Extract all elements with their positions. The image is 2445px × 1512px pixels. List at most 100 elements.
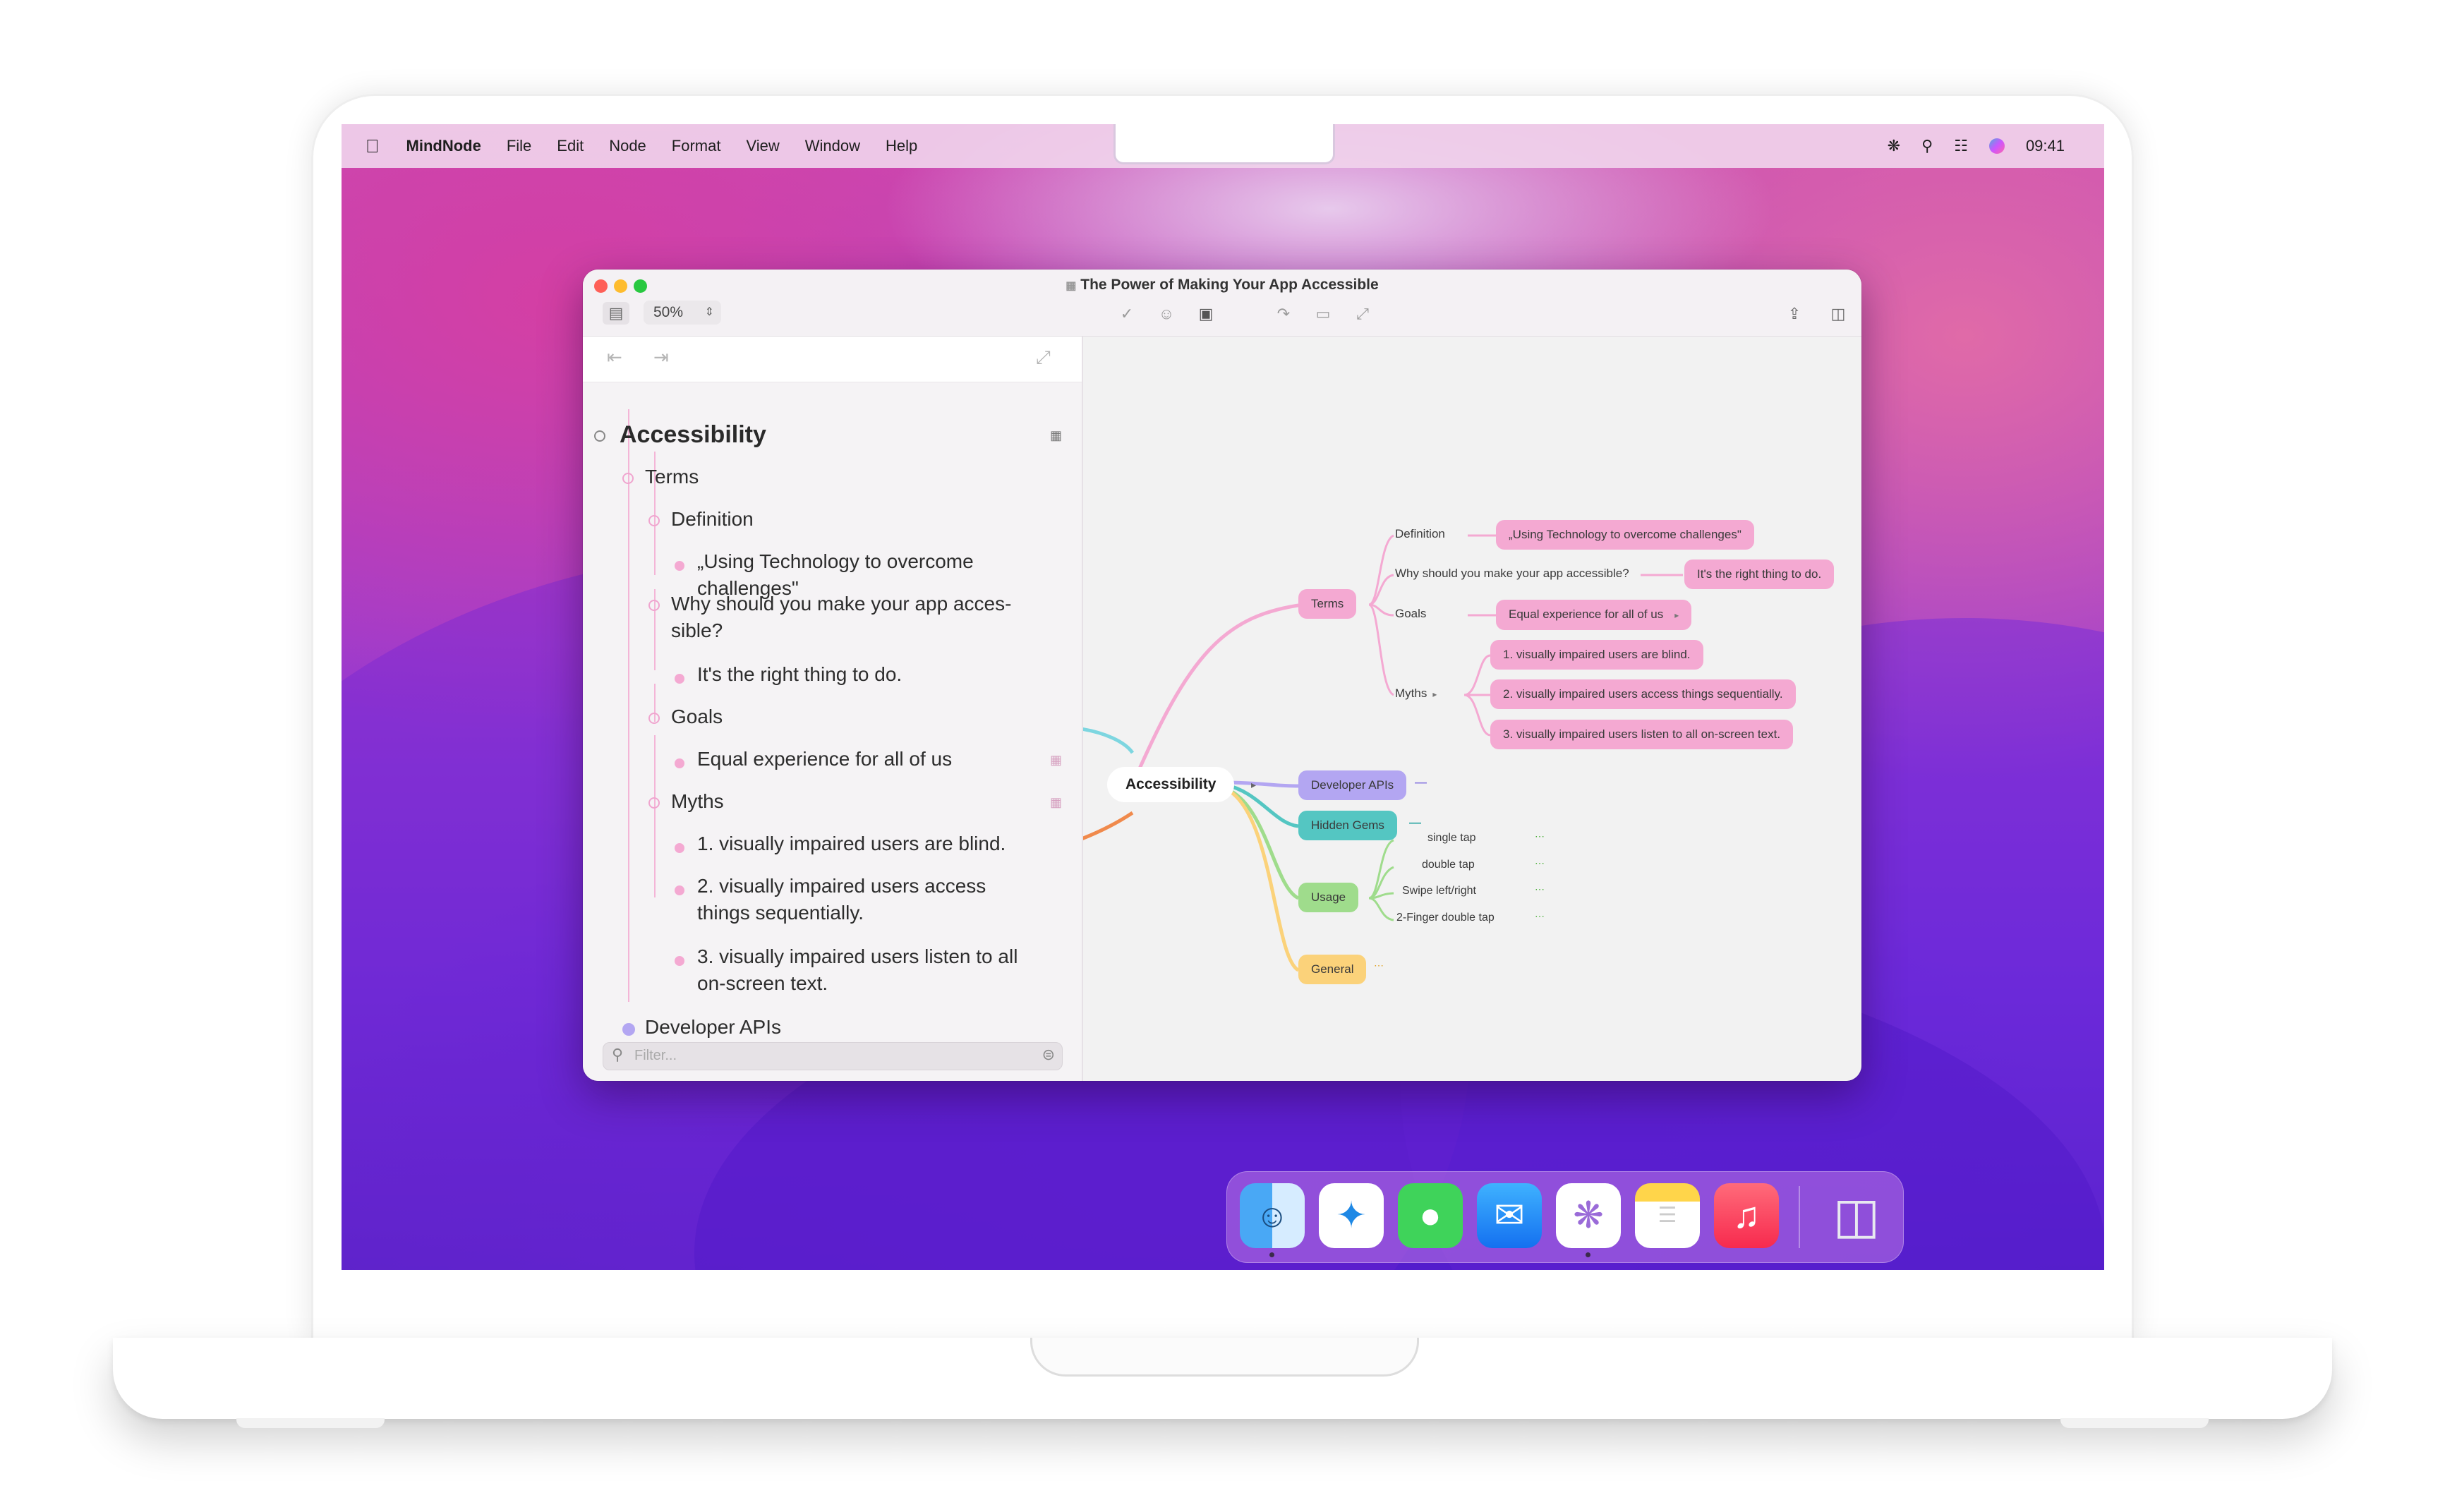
outline-item-definition-value[interactable]: „Using Technology to overcome: [697, 548, 974, 575]
bullet-icon: [675, 956, 684, 966]
zoom-value: 50%: [653, 304, 684, 320]
node-usage-swipe[interactable]: Swipe left/right: [1402, 885, 1476, 897]
outline-note-icon[interactable]: ▦: [1050, 428, 1062, 443]
zoom-select[interactable]: 50% ⇕: [644, 301, 721, 325]
menu-clock[interactable]: 09:41: [2026, 137, 2065, 155]
outline-root[interactable]: Accessibility: [620, 421, 766, 448]
task-check-icon[interactable]: ✓: [1116, 303, 1137, 325]
laptop-foot-left: [236, 1418, 385, 1428]
menu-view[interactable]: View: [746, 137, 779, 155]
outline-item-why-value[interactable]: It's the right thing to do.: [697, 661, 902, 688]
outline-item-myths[interactable]: Myths: [671, 788, 724, 815]
collapse-arrow-icon[interactable]: ▸: [1251, 779, 1256, 791]
stepper-icon: ⇕: [704, 306, 714, 318]
outline-item-why[interactable]: Why should you make your app acces-: [671, 591, 1011, 617]
node-definition[interactable]: Definition: [1395, 527, 1445, 541]
outline-item-definition[interactable]: Definition: [671, 506, 754, 533]
spotlight-search-icon[interactable]: ⚲: [1921, 137, 1933, 155]
node-goals[interactable]: Goals: [1395, 607, 1426, 621]
collapsed-indicator-icon[interactable]: —: [1409, 816, 1421, 830]
outline-item-myth-2-cont[interactable]: things sequentially.: [697, 900, 864, 926]
safari-icon[interactable]: ✦: [1319, 1183, 1384, 1248]
outline-item-myth-3-cont[interactable]: on-screen text.: [697, 970, 828, 997]
filter-field[interactable]: ⚲ Filter... ⊜: [603, 1042, 1063, 1070]
note-indicator-icon: ▸: [1674, 610, 1679, 620]
node-myth-3[interactable]: 3. visually impaired users listen to all…: [1490, 720, 1794, 749]
filter-options-icon[interactable]: ⊜: [1042, 1046, 1055, 1064]
node-myth-1[interactable]: 1. visually impaired users are blind.: [1490, 640, 1703, 670]
outline-tree-line: [654, 735, 656, 897]
collapse-myths-icon[interactable]: [648, 797, 660, 809]
music-icon[interactable]: ♫: [1714, 1183, 1779, 1248]
share-icon[interactable]: ⇪: [1784, 303, 1805, 325]
node-definition-value[interactable]: „Using Technology to overcome challenges…: [1496, 520, 1754, 550]
collapse-goals-icon[interactable]: [648, 713, 660, 724]
outline-item-goals[interactable]: Goals: [671, 703, 723, 730]
collapse-terms-icon[interactable]: [622, 473, 634, 484]
messages-icon[interactable]: ●: [1398, 1183, 1463, 1248]
outline-item-why-cont[interactable]: sible?: [671, 617, 723, 644]
outline-item-terms[interactable]: Terms: [645, 464, 699, 490]
mail-icon[interactable]: ✉: [1477, 1183, 1542, 1248]
node-usage[interactable]: Usage: [1298, 883, 1359, 912]
outdent-icon[interactable]: ⇤: [607, 346, 622, 368]
collapse-definition-icon[interactable]: [648, 515, 660, 526]
trash-icon[interactable]: ◫: [1824, 1183, 1889, 1248]
filter-placeholder: Filter...: [634, 1048, 677, 1063]
apple-menu-icon[interactable]: : [366, 135, 380, 157]
expand-icon[interactable]: ⤢: [1036, 346, 1051, 369]
node-usage-double-tap[interactable]: double tap: [1422, 859, 1475, 871]
node-usage-two-finger[interactable]: 2-Finger double tap: [1396, 912, 1495, 924]
node-terms[interactable]: Terms: [1298, 589, 1357, 619]
note-indicator-icon: ▸: [1432, 689, 1437, 699]
mindmap-root-node[interactable]: Accessibility: [1107, 767, 1235, 802]
mindnode-status-icon[interactable]: ❋: [1888, 137, 1900, 155]
mindnode-icon[interactable]: ❋: [1556, 1183, 1621, 1248]
menu-edit[interactable]: Edit: [557, 137, 584, 155]
menu-format[interactable]: Format: [672, 137, 721, 155]
outline-item-developer-apis[interactable]: Developer APIs: [645, 1014, 781, 1041]
menu-node[interactable]: Node: [609, 137, 646, 155]
image-icon[interactable]: ▣: [1195, 303, 1217, 325]
collapsed-indicator-icon[interactable]: —: [1415, 775, 1427, 790]
node-general[interactable]: General: [1298, 955, 1367, 984]
menu-help[interactable]: Help: [886, 137, 917, 155]
outline-note-icon[interactable]: ▦: [1050, 795, 1062, 810]
note-icon[interactable]: ▭: [1312, 303, 1334, 325]
node-usage-single-tap[interactable]: single tap: [1427, 832, 1476, 845]
collapse-why-icon[interactable]: [648, 600, 660, 611]
outline-item-myth-2[interactable]: 2. visually impaired users access: [697, 873, 986, 900]
control-center-icon[interactable]: ☷: [1954, 137, 1968, 155]
note-indicator-icon: ⋯: [1535, 857, 1545, 869]
node-myths[interactable]: Myths ▸: [1395, 687, 1437, 701]
notes-icon[interactable]: ☰: [1635, 1183, 1700, 1248]
menu-window[interactable]: Window: [805, 137, 860, 155]
inspector-toggle-icon[interactable]: ◫: [1828, 303, 1849, 325]
node-why[interactable]: Why should you make your app accessible?: [1395, 567, 1629, 581]
mindmap-canvas[interactable]: Accessibility ▸ Terms Definition „Using …: [1083, 337, 1861, 1081]
siri-icon[interactable]: [1988, 138, 2005, 154]
menu-file[interactable]: File: [507, 137, 531, 155]
node-developer-apis[interactable]: Developer APIs: [1298, 770, 1407, 800]
node-hidden-gems[interactable]: Hidden Gems: [1298, 811, 1397, 840]
window-title: ▦ The Power of Making Your App Accessibl…: [1065, 277, 1379, 293]
indent-icon[interactable]: ⇥: [653, 346, 669, 368]
connect-icon[interactable]: ↷: [1273, 303, 1294, 325]
outline-item-goals-value[interactable]: Equal experience for all of us: [697, 746, 952, 773]
outline-item-myth-1[interactable]: 1. visually impaired users are blind.: [697, 830, 1006, 857]
outline-sidebar: ⇤ ⇥ ⤢ Accessibility ▦ Terms Definition „…: [583, 337, 1083, 1081]
sidebar-toggle-icon[interactable]: ▤: [603, 302, 629, 325]
expand-developer-apis-icon[interactable]: [622, 1023, 635, 1036]
outline-note-icon[interactable]: ▦: [1050, 753, 1062, 768]
emoji-sticker-icon[interactable]: ☺: [1156, 303, 1177, 325]
node-myth-2[interactable]: 2. visually impaired users access things…: [1490, 679, 1796, 709]
bullet-icon: [675, 674, 684, 684]
collapse-root-icon[interactable]: [594, 430, 605, 442]
node-goals-value[interactable]: Equal experience for all of us ▸: [1496, 600, 1692, 630]
outline-item-myth-3[interactable]: 3. visually impaired users listen to all: [697, 943, 1018, 970]
focus-icon[interactable]: ⤢: [1352, 303, 1373, 325]
collapsed-indicator-icon[interactable]: ⋯: [1374, 960, 1384, 972]
node-why-value[interactable]: It's the right thing to do.: [1684, 560, 1835, 589]
finder-icon[interactable]: ☺: [1240, 1183, 1305, 1248]
menu-app-name[interactable]: MindNode: [406, 137, 481, 155]
